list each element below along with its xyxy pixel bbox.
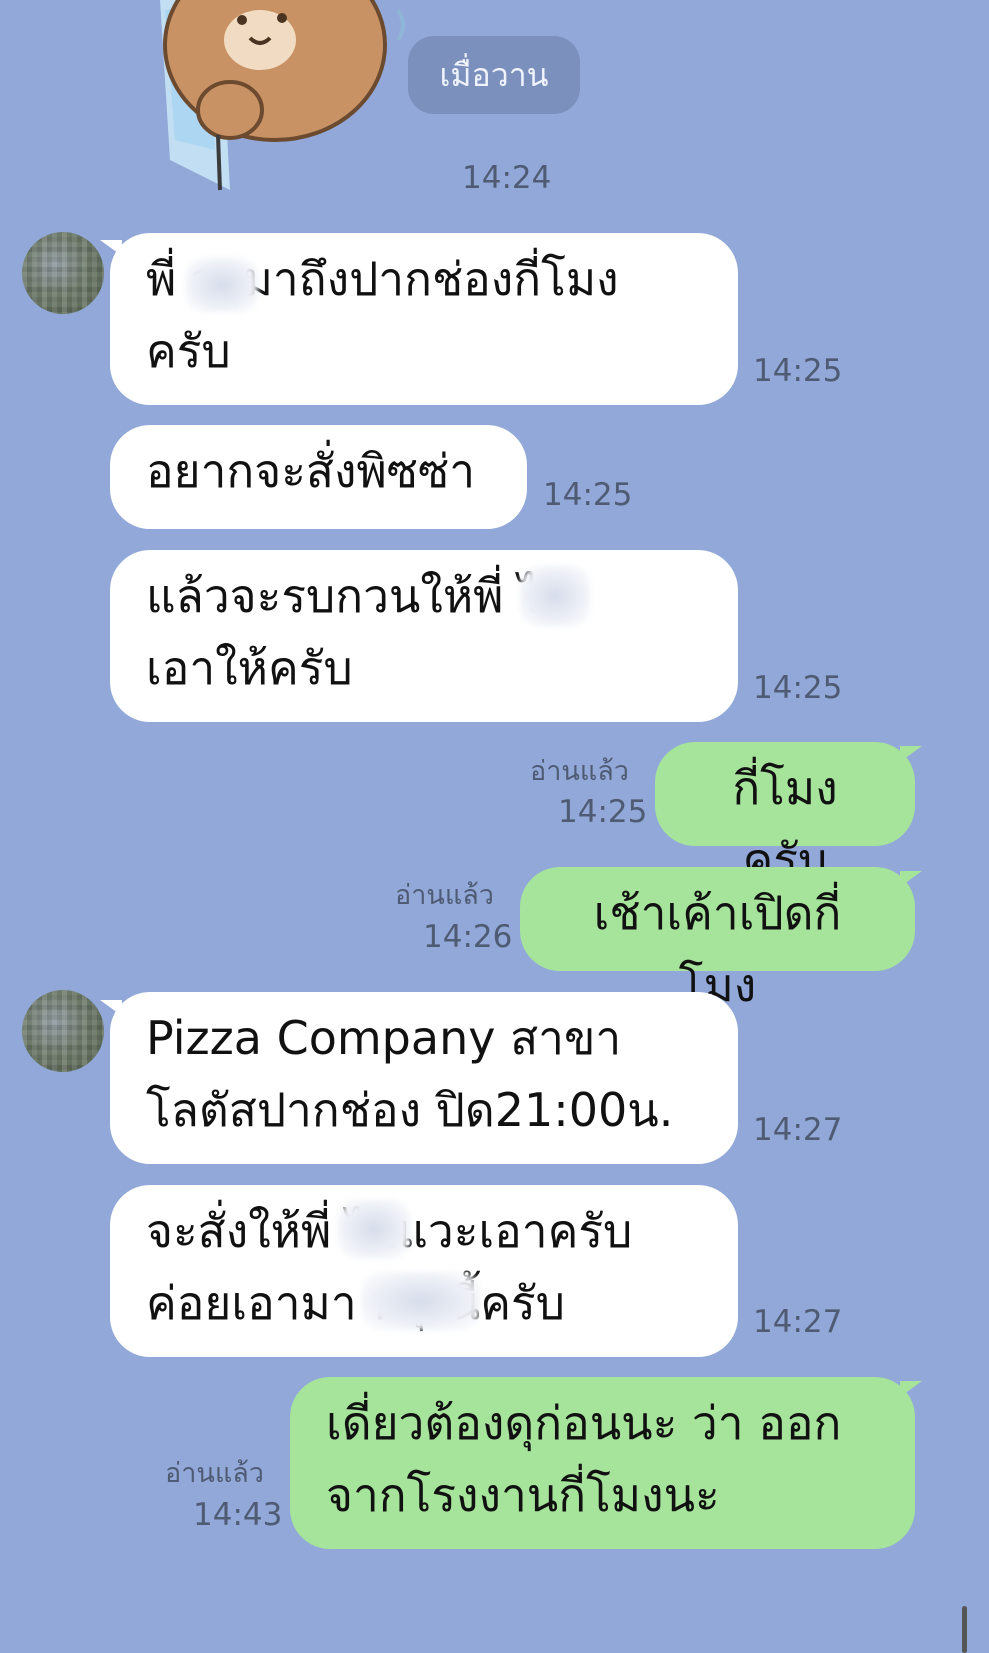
message-time: 14:26 (423, 919, 513, 955)
bubble-tail (900, 746, 922, 762)
redacted-blur (338, 1200, 410, 1258)
read-receipt: อ่านแล้ว (395, 880, 494, 911)
bubble-tail (900, 1381, 922, 1397)
redacted-blur (186, 258, 258, 312)
chat-area[interactable]: เมื่อวาน 14:24 พี่ จะมาถึงปากช่องกี่โมง … (0, 0, 989, 1653)
redacted-blur (520, 566, 590, 626)
message-bubble-incoming[interactable]: แล้วจะรบกวนให้พี่ ไป เอาให้ครับ (110, 550, 738, 722)
read-receipt: อ่านแล้ว (530, 756, 629, 787)
avatar[interactable] (22, 990, 104, 1072)
message-bubble-incoming[interactable]: อยากจะสั่งพิซซ่า (110, 425, 527, 529)
message-time: 14:25 (558, 794, 648, 830)
message-time: 14:27 (753, 1112, 843, 1148)
message-time: 14:25 (753, 670, 843, 706)
read-receipt: อ่านแล้ว (165, 1458, 264, 1489)
sticker-time: 14:24 (462, 160, 552, 196)
message-time: 14:43 (193, 1497, 283, 1533)
message-time: 14:25 (753, 353, 843, 389)
message-bubble-outgoing[interactable]: เช้าเค้าเปิดกี่โมง (520, 867, 915, 1012)
bubble-tail (900, 871, 922, 887)
date-separator: เมื่อวาน (408, 36, 580, 114)
bear-sticker[interactable] (150, 0, 430, 200)
message-time: 14:27 (753, 1304, 843, 1340)
message-time: 14:25 (543, 477, 633, 513)
message-bubble-incoming[interactable]: จะสั่งให้พี่ ไปแวะเอาครับ ค่อยเอามา พรุ่… (110, 1185, 738, 1357)
message-bubble-outgoing[interactable]: กี่โมงครับ (655, 742, 915, 887)
message-bubble-outgoing[interactable]: เดี่ยวต้องดุก่อนนะ ว่า ออก จากโรงงานกี่โ… (290, 1377, 915, 1549)
avatar[interactable] (22, 232, 104, 314)
scrollbar[interactable] (962, 1606, 967, 1653)
redacted-blur (362, 1272, 480, 1330)
message-bubble-incoming[interactable]: Pizza Company สาขา โลตัสปากช่อง ปิด21:00… (110, 992, 738, 1164)
